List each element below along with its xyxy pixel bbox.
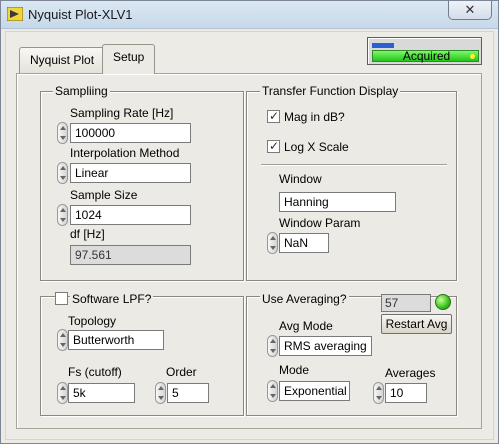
sampling-rate-input[interactable]: 100000 (70, 123, 191, 143)
order-label: Order (166, 365, 197, 379)
mode-stepper[interactable] (267, 380, 278, 402)
divider (261, 164, 447, 166)
mode-label: Mode (279, 363, 310, 377)
mode-select[interactable]: Exponential (279, 381, 350, 401)
progress-bar (372, 43, 394, 48)
acquisition-status: Acquired (367, 37, 482, 65)
avg-mode-label: Avg Mode (279, 319, 333, 333)
averages-stepper[interactable] (373, 382, 384, 404)
order-input[interactable]: 5 (167, 383, 209, 403)
window-title: Nyquist Plot-XLV1 (28, 7, 133, 22)
fs-cutoff-label: Fs (cutoff) (68, 365, 122, 379)
sample-size-label: Sample Size (70, 188, 138, 202)
log-x-scale-label: Log X Scale (284, 140, 349, 154)
interpolation-method-select[interactable]: Linear (70, 163, 191, 183)
tab-nyquist-plot[interactable]: Nyquist Plot (19, 47, 106, 73)
average-count-readout: 57 (381, 294, 431, 312)
fs-cutoff-input[interactable]: 5k (68, 383, 135, 403)
df-readout: 97.561 (70, 245, 191, 265)
tab-setup[interactable]: Setup (102, 44, 156, 74)
interpolation-method-stepper[interactable] (57, 162, 68, 184)
app-icon (7, 7, 23, 21)
fs-cutoff-stepper[interactable] (57, 382, 68, 404)
df-label: df [Hz] (70, 227, 105, 241)
restart-avg-button[interactable]: Restart Avg (381, 314, 452, 334)
averages-label: Averages (385, 366, 436, 380)
window-select[interactable]: Hanning (279, 192, 396, 212)
avg-mode-select[interactable]: RMS averaging (279, 336, 372, 356)
order-stepper[interactable] (155, 382, 166, 404)
log-x-scale-checkbox[interactable] (267, 139, 280, 153)
mag-in-db-checkbox[interactable] (267, 109, 280, 123)
averaging-led (435, 294, 451, 310)
sample-size-input[interactable]: 1024 (70, 205, 191, 225)
sampling-rate-stepper[interactable] (57, 122, 68, 144)
averages-input[interactable]: 10 (385, 383, 427, 403)
window-label: Window (279, 172, 322, 186)
window-param-label: Window Param (279, 216, 361, 230)
application-window: Nyquist Plot-XLV1 ✕ Nyquist Plot Setup A… (0, 0, 499, 444)
topology-select[interactable]: Butterworth (68, 330, 164, 350)
window-param-input[interactable]: NaN (279, 233, 329, 253)
sampling-group-title: Sampliing (53, 84, 110, 98)
sample-size-stepper[interactable] (57, 204, 68, 226)
software-lpf-label: Software LPF? (70, 292, 154, 306)
topology-label: Topology (68, 314, 117, 328)
status-indicator: Acquired (372, 50, 479, 62)
sampling-rate-label: Sampling Rate [Hz] (70, 106, 174, 120)
software-lpf-checkbox[interactable] (55, 292, 68, 305)
status-text: Acquired (402, 49, 451, 63)
avg-mode-stepper[interactable] (267, 335, 278, 357)
close-button[interactable]: ✕ (448, 1, 492, 20)
transfer-function-group-title: Transfer Function Display (260, 84, 401, 98)
title-bar[interactable]: Nyquist Plot-XLV1 ✕ (1, 1, 498, 29)
mag-in-db-label: Mag in dB? (284, 110, 345, 124)
topology-stepper[interactable] (57, 329, 68, 351)
status-led (470, 54, 475, 59)
averaging-group-title: Use Averaging? (260, 292, 349, 306)
window-param-stepper[interactable] (267, 232, 278, 254)
setup-tab-panel: Sampliing Sampling Rate [Hz] 100000 Inte… (16, 73, 482, 429)
interpolation-method-label: Interpolation Method (70, 146, 180, 160)
